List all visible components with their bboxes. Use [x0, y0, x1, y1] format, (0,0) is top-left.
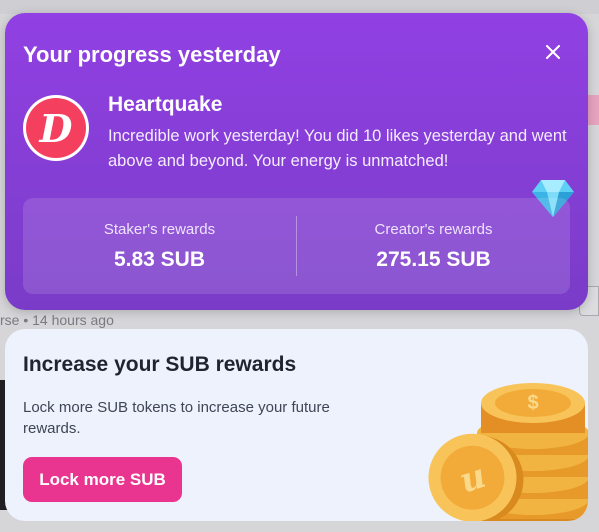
lock-more-sub-button[interactable]: Lock more SUB — [23, 457, 182, 502]
creator-rewards: Creator's rewards 275.15 SUB — [297, 221, 570, 272]
creator-name: Heartquake — [108, 93, 223, 116]
progress-card: Your progress yesterday D Heartquake Inc… — [5, 13, 588, 310]
creator-avatar: D — [23, 95, 89, 161]
staker-rewards: Staker's rewards 5.83 SUB — [23, 221, 296, 272]
increase-title: Increase your SUB rewards — [23, 353, 297, 376]
coins-icon: $ u — [428, 383, 588, 521]
background-strip — [0, 0, 599, 14]
creator-rewards-value: 275.15 SUB — [376, 247, 491, 271]
staker-rewards-label: Staker's rewards — [103, 220, 216, 238]
background-post-meta: rse • 14 hours ago — [0, 312, 114, 328]
svg-text:$: $ — [527, 392, 538, 414]
close-icon — [546, 45, 560, 59]
close-button[interactable] — [542, 41, 564, 63]
staker-rewards-value: 5.83 SUB — [113, 247, 206, 271]
rewards-summary: Staker's rewards 5.83 SUB Creator's rewa… — [23, 198, 570, 294]
creator-avatar-letter: D — [26, 98, 86, 158]
increase-description: Lock more SUB tokens to increase your fu… — [23, 399, 330, 437]
increase-rewards-card: Increase your SUB rewards Lock more SUB … — [5, 329, 588, 521]
creator-message: Incredible work yesterday! You did 10 li… — [108, 127, 567, 170]
progress-title: Your progress yesterday — [23, 42, 281, 67]
creator-rewards-label: Creator's rewards — [374, 220, 493, 238]
